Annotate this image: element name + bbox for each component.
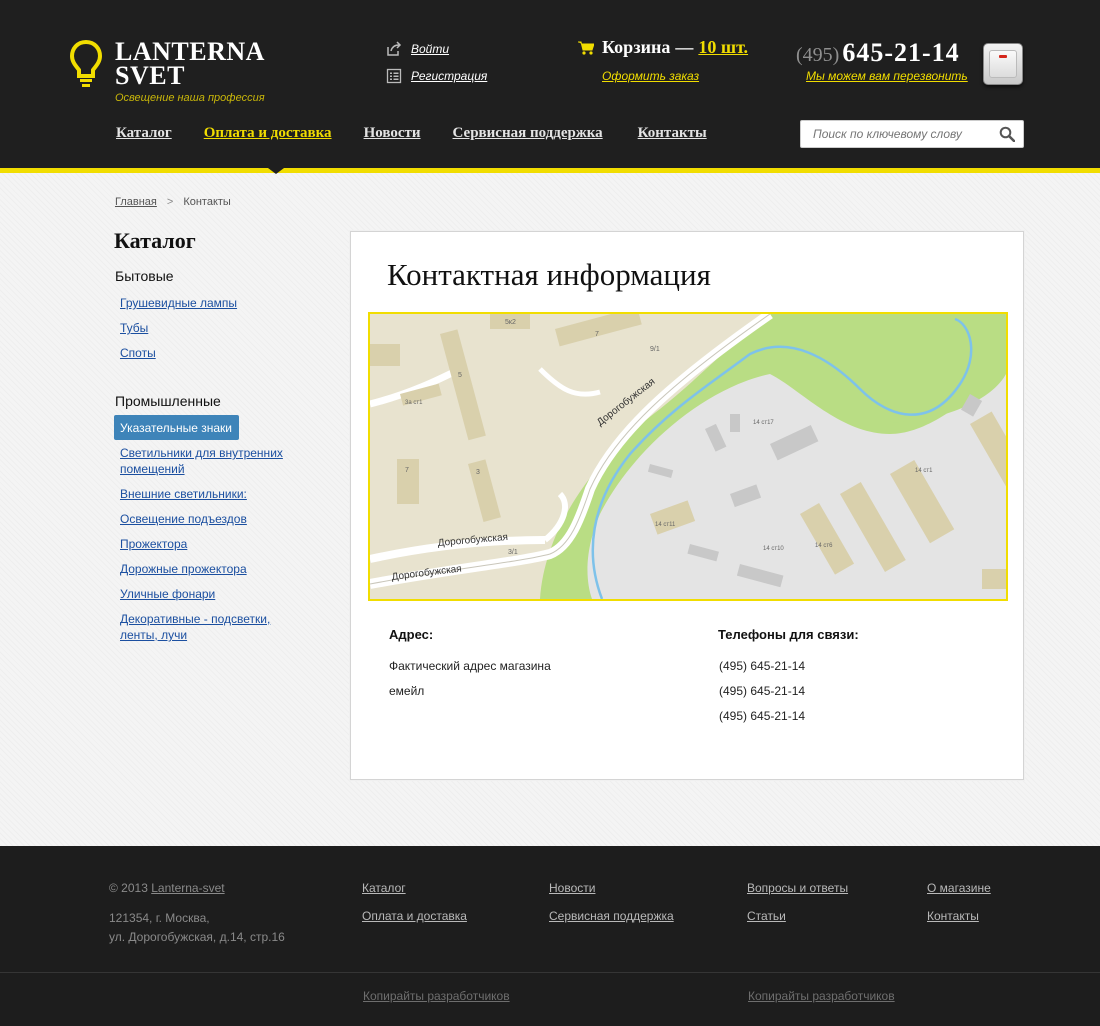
sidebar-item-outdoor-lights[interactable]: Внешние светильники:	[120, 486, 300, 502]
footer-address-line2: ул. Дорогобужская, д.14, стр.16	[109, 930, 285, 944]
sidebar-item-signs[interactable]: Указательные знаки	[114, 415, 239, 440]
lightbulb-icon	[70, 40, 102, 87]
footer-link-catalog[interactable]: Каталог	[362, 881, 406, 895]
brand-tagline: Освещение наша профессия	[115, 92, 265, 104]
sidebar-title: Каталог	[114, 228, 196, 253]
developer-credit-link-1[interactable]: Копирайты разработчиков	[363, 989, 510, 1003]
phones-label: Телефоны для связи:	[718, 627, 859, 642]
nav-news[interactable]: Новости	[364, 125, 421, 142]
nav-contacts[interactable]: Контакты	[638, 125, 707, 142]
light-switch-button[interactable]	[983, 43, 1023, 85]
light-switch-indicator	[999, 55, 1007, 58]
sidebar-item-tubes[interactable]: Тубы	[120, 320, 300, 336]
search-input[interactable]	[801, 121, 991, 147]
map-label-5k2: 5к2	[505, 319, 516, 326]
sidebar-item-decorative[interactable]: Декоративные - подсветки, ленты, лучи	[120, 611, 285, 643]
breadcrumb-current: Контакты	[183, 196, 231, 208]
callback-link[interactable]: Мы можем вам перезвонить	[806, 69, 968, 83]
brand-title[interactable]: LANTERNA SVET	[115, 39, 265, 90]
address-label: Адрес:	[389, 627, 434, 642]
site-footer: © 2013 Lanterna-svet 121354, г. Москва, …	[0, 846, 1100, 1026]
email-line: емейл	[389, 684, 425, 698]
map-label-9-1: 9/1	[650, 346, 660, 353]
cart-icon	[578, 41, 594, 55]
register-link[interactable]: Регистрация	[411, 69, 487, 83]
map-label-14st11: 14 ст11	[655, 522, 676, 528]
footer-link-payment-delivery[interactable]: Оплата и доставка	[362, 909, 467, 923]
copyright-prefix: © 2013	[109, 881, 148, 895]
footer-link-support[interactable]: Сервисная поддержка	[549, 909, 674, 923]
map-label-3-1: 3/1	[508, 549, 518, 556]
map-label-5: 5	[458, 372, 462, 379]
footer-link-about[interactable]: О магазине	[927, 881, 991, 895]
sidebar-item-floodlights[interactable]: Прожектора	[120, 536, 300, 552]
breadcrumb: Главная > Контакты	[115, 196, 231, 208]
footer-address: 121354, г. Москва, ул. Дорогобужская, д.…	[109, 909, 285, 947]
checkout-link[interactable]: Оформить заказ	[602, 69, 699, 83]
map-label-7a: 7	[595, 331, 599, 338]
page-title: Контактная информация	[387, 257, 711, 292]
phone-number: (495) 645-21-14	[796, 38, 960, 68]
map-label-14st17: 14 ст17	[753, 420, 774, 426]
site-header: LANTERNA SVET Освещение наша профессия В…	[0, 0, 1100, 168]
map-canvas: 5к2 7 9/1 5 3а ст1 7 3 3/1 14 ст17 14 ст…	[370, 314, 1006, 599]
developer-credit-link-2[interactable]: Копирайты разработчиков	[748, 989, 895, 1003]
map-label-14st6: 14 ст6	[815, 543, 833, 549]
sidebar-group-industrial: Промышленные	[115, 393, 221, 409]
footer-link-articles[interactable]: Статьи	[747, 909, 786, 923]
cart-summary: Корзина — 10 шт.	[578, 37, 748, 58]
breadcrumb-home[interactable]: Главная	[115, 196, 157, 208]
breadcrumb-separator: >	[166, 196, 174, 208]
map-label-7b: 7	[405, 467, 409, 474]
cart-label: Корзина	[602, 37, 671, 57]
sidebar-item-entrance-lighting[interactable]: Освещение подъездов	[120, 511, 300, 527]
register-icon	[386, 68, 402, 84]
login-icon	[387, 41, 402, 56]
phone-line-1: (495) 645-21-14	[719, 659, 806, 673]
map-label-14st10: 14 ст10	[763, 546, 784, 552]
nav-catalog[interactable]: Каталог	[116, 125, 172, 142]
contact-card: Контактная информация 5к2 7 9/1 5 3а ст1…	[350, 231, 1024, 780]
nav-active-pointer	[268, 168, 284, 174]
register-row: Регистрация	[386, 68, 487, 84]
footer-link-faq[interactable]: Вопросы и ответы	[747, 881, 848, 895]
footer-address-line1: 121354, г. Москва,	[109, 911, 210, 925]
footer-link-news[interactable]: Новости	[549, 881, 595, 895]
search-box	[800, 120, 1024, 148]
footer-divider	[0, 972, 1100, 973]
phone-code: (495)	[796, 44, 840, 66]
footer-copyright: © 2013 Lanterna-svet	[109, 881, 225, 895]
login-row: Войти	[386, 41, 449, 57]
cart-dash: —	[675, 37, 694, 57]
sidebar-group-household: Бытовые	[115, 268, 174, 284]
nav-payment-delivery[interactable]: Оплата и доставка	[204, 125, 332, 142]
nav-support[interactable]: Сервисная поддержка	[453, 125, 603, 142]
phone-main: 645-21-14	[842, 38, 960, 67]
phone-line-2: (495) 645-21-14	[719, 684, 806, 698]
map-label-14st1: 14 ст1	[915, 468, 933, 474]
sidebar-item-street-lamps[interactable]: Уличные фонари	[120, 586, 300, 602]
sidebar-item-pear-lamps[interactable]: Грушевидные лампы	[120, 295, 300, 311]
brand-title-line2: SVET	[115, 61, 185, 90]
sidebar-item-spots[interactable]: Споты	[120, 345, 300, 361]
phone-line-3: (495) 645-21-14	[719, 709, 806, 723]
copyright-link[interactable]: Lanterna-svet	[151, 881, 224, 895]
header-accent-stripe	[0, 168, 1100, 173]
map-label-3: 3	[476, 469, 480, 476]
search-icon[interactable]	[999, 126, 1015, 142]
footer-link-contacts[interactable]: Контакты	[927, 909, 979, 923]
main-nav: Каталог Оплата и доставка Новости Сервис…	[116, 125, 707, 142]
map-label-3a: 3а ст1	[405, 400, 423, 406]
sidebar-item-indoor-lights[interactable]: Светильники для внутренних помещений	[120, 445, 290, 477]
sidebar-item-road-floodlights[interactable]: Дорожные прожектора	[120, 561, 300, 577]
address-line: Фактический адрес магазина	[389, 659, 551, 673]
location-map[interactable]: 5к2 7 9/1 5 3а ст1 7 3 3/1 14 ст17 14 ст…	[368, 312, 1008, 601]
login-link[interactable]: Войти	[411, 42, 449, 56]
cart-count-link[interactable]: 10 шт.	[698, 37, 748, 58]
